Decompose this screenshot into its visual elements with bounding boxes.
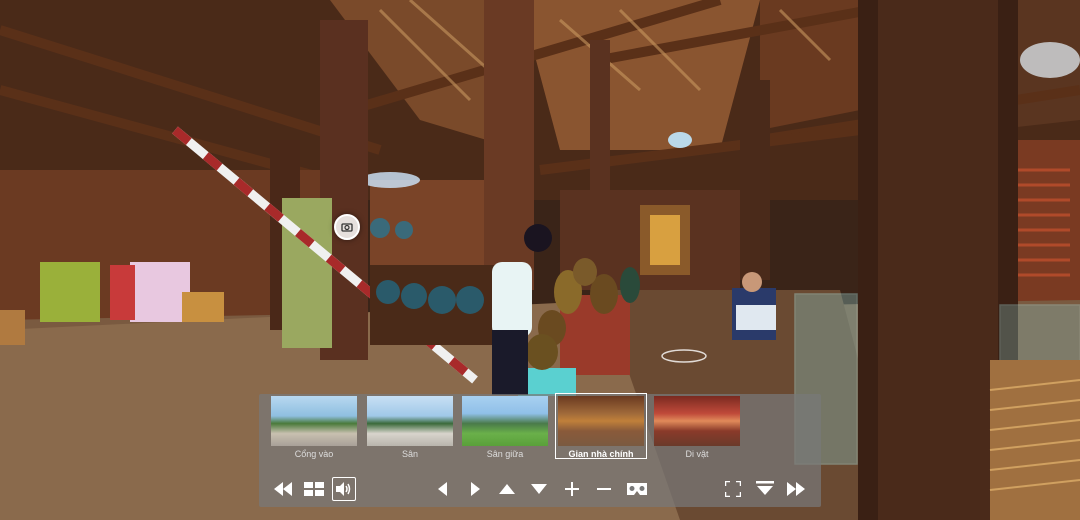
forward-icon <box>787 482 805 496</box>
fullscreen-icon <box>725 481 741 497</box>
pan-right-icon <box>471 482 480 496</box>
zoom-in-icon <box>565 482 579 496</box>
scene-thumb-san[interactable]: Sân <box>365 394 455 459</box>
tour-control-panel: Cổng vào Sân Sân giữa Gian nhà chính Di … <box>259 393 821 507</box>
zoom-out-icon <box>597 488 611 490</box>
scene-label: Sân giữa <box>486 449 524 459</box>
hide-panel-button[interactable] <box>755 478 775 500</box>
scene-thumb-image <box>271 396 357 446</box>
scene-label: Gian nhà chính <box>568 449 634 459</box>
scene-label: Cổng vào <box>294 449 334 459</box>
scene-thumb-gian-nha-chinh[interactable]: Gian nhà chính <box>555 393 647 459</box>
pan-left-button[interactable] <box>435 478 451 500</box>
scene-thumb-image <box>367 396 453 446</box>
scene-thumb-cong-vao[interactable]: Cổng vào <box>269 394 359 459</box>
scene-label: Sân <box>401 449 418 459</box>
pan-up-icon <box>499 484 515 494</box>
vr-mode-button[interactable] <box>625 478 649 500</box>
sound-button[interactable] <box>332 477 356 501</box>
pan-left-icon <box>438 482 447 496</box>
rewind-button[interactable] <box>272 478 294 500</box>
zoom-in-button[interactable] <box>563 478 581 500</box>
thumbnails-toggle-button[interactable] <box>303 478 325 500</box>
fullscreen-button[interactable] <box>723 478 743 500</box>
hide-icon <box>756 481 774 495</box>
scene-thumb-san-giua[interactable]: Sân giữa <box>460 394 550 459</box>
grid-icon <box>304 482 324 496</box>
forward-button[interactable] <box>785 478 807 500</box>
pan-up-button[interactable] <box>497 478 517 500</box>
scene-label: Di vật <box>685 449 709 459</box>
camera-icon <box>341 223 353 232</box>
scene-thumb-image <box>558 396 644 446</box>
pan-down-button[interactable] <box>529 478 549 500</box>
scene-thumb-image <box>654 396 740 446</box>
scene-thumb-di-vat[interactable]: Di vật <box>652 394 742 459</box>
zoom-out-button[interactable] <box>595 478 613 500</box>
info-hotspot[interactable] <box>334 214 360 240</box>
sound-icon <box>336 482 351 496</box>
rewind-icon <box>274 482 292 496</box>
pan-right-button[interactable] <box>467 478 483 500</box>
vr-icon <box>627 483 647 495</box>
pan-down-icon <box>531 484 547 494</box>
scene-thumb-image <box>462 396 548 446</box>
